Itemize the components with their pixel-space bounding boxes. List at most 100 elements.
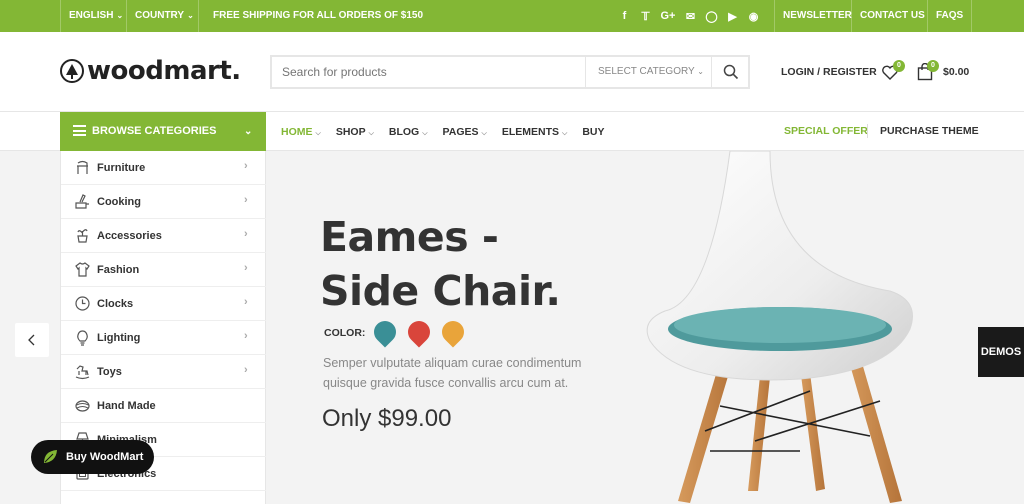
category-item-clocks[interactable]: Clocks › (61, 287, 266, 321)
contact-us-link[interactable]: CONTACT US (851, 0, 933, 32)
faqs-link[interactable]: FAQS (927, 0, 973, 32)
category-label: Hand Made (97, 400, 156, 412)
tree-logo-icon (60, 59, 84, 83)
chevron-down-icon: ⌄ (697, 67, 704, 76)
category-select[interactable]: SELECT CATEGORY ⌄ (585, 57, 711, 87)
chevron-down-icon: ⌄ (244, 126, 253, 137)
cart-total[interactable]: $0.00 (943, 66, 969, 78)
login-register-link[interactable]: LOGIN / REGISTER (781, 66, 877, 78)
special-offer-link[interactable]: SPECIAL OFFER (784, 125, 868, 137)
hamburger-icon (73, 125, 86, 136)
main-navigation: BROWSE CATEGORIES ⌄ HOME ⌵ SHOP ⌵ BLOG ⌵ PA… (0, 112, 1024, 151)
chevron-down-icon: ⌄ (116, 11, 124, 20)
menu-item-label: ELEMENTS (501, 125, 560, 138)
buy-woodmart-label: Buy WoodMart (66, 451, 144, 463)
menu-item-pages[interactable]: PAGES ⌵ (443, 126, 487, 138)
category-item-toys[interactable]: Toys › (61, 355, 266, 389)
clock-icon (75, 296, 90, 311)
main-menu: HOME ⌵ SHOP ⌵ BLOG ⌵ PAGES ⌵ ELEMENTS ⌵ BUY (281, 112, 605, 151)
menu-item-elements[interactable]: ELEMENTS ⌵ (502, 126, 567, 138)
leaf-icon (44, 450, 57, 463)
hero-title: Eames - Side Chair. (320, 210, 561, 318)
menu-item-label: SHOP (335, 125, 366, 138)
demos-button[interactable]: DEMOS (978, 327, 1024, 377)
facebook-icon[interactable]: f (618, 10, 631, 22)
menu-item-shop[interactable]: SHOP ⌵ (336, 126, 374, 138)
chevron-right-icon: › (244, 194, 248, 206)
country-label: COUNTRY (135, 10, 185, 21)
category-select-label: SELECT CATEGORY (598, 66, 695, 77)
category-item-cooking[interactable]: Cooking › (61, 185, 266, 219)
category-label: Accessories (97, 230, 162, 242)
chevron-right-icon: › (244, 160, 248, 172)
category-item-fashion[interactable]: Fashion › (61, 253, 266, 287)
wishlist-button[interactable]: 0 (881, 60, 905, 84)
chevron-right-icon: › (244, 262, 248, 274)
email-icon[interactable]: ✉ (684, 10, 697, 23)
menu-item-label: HOME (281, 125, 313, 138)
shipping-notice: FREE SHIPPING FOR ALL ORDERS OF $150 (213, 10, 424, 21)
language-switcher[interactable]: ENGLISH ⌄ (60, 0, 131, 32)
menu-item-home[interactable]: HOME ⌵ (281, 126, 321, 138)
menu-item-label: BUY (582, 125, 605, 138)
wishlist-count-badge: 0 (893, 60, 905, 72)
hero-title-line1: Eames - (320, 213, 499, 261)
browse-categories-button[interactable]: BROWSE CATEGORIES ⌄ (60, 112, 266, 151)
instagram-icon[interactable]: ◯ (705, 10, 718, 23)
cart-count-badge: 0 (927, 60, 939, 72)
social-links: f 𝕋 G+ ✉ ◯ ▶ ◉ (618, 0, 760, 32)
chevron-down-icon: ⌄ (187, 11, 194, 20)
chevron-right-icon: › (244, 296, 248, 308)
chevron-down-icon: ⌵ (481, 129, 487, 137)
category-label: Fashion (97, 264, 140, 276)
google-plus-icon[interactable]: G+ (660, 10, 676, 22)
purchase-theme-link[interactable]: PURCHASE THEME (880, 125, 979, 137)
chevron-down-icon: ⌵ (315, 129, 321, 137)
category-label: Lighting (97, 332, 141, 344)
chair-icon (77, 160, 88, 174)
search-button[interactable] (711, 57, 748, 87)
category-label: Toys (97, 366, 122, 378)
buy-woodmart-button[interactable]: Buy WoodMart (31, 440, 154, 474)
color-label: COLOR: (324, 327, 366, 339)
category-item-hand-made[interactable]: Hand Made (61, 389, 266, 423)
pinterest-icon[interactable]: ◉ (747, 10, 760, 23)
horse-icon (75, 365, 90, 380)
browse-categories-label: BROWSE CATEGORIES (92, 125, 217, 137)
chevron-down-icon: ⌵ (562, 129, 568, 137)
category-label: Cooking (97, 196, 141, 208)
plant-icon (77, 229, 88, 243)
chevron-down-icon: ⌵ (368, 129, 374, 137)
menu-item-buy[interactable]: BUY (582, 126, 604, 138)
category-item-furniture[interactable]: Furniture › (61, 151, 266, 185)
menu-item-label: BLOG (388, 125, 420, 138)
twitter-icon[interactable]: 𝕋 (639, 10, 652, 23)
youtube-icon[interactable]: ▶ (726, 10, 739, 23)
yarn-icon (75, 400, 90, 412)
menu-item-blog[interactable]: BLOG ⌵ (389, 126, 428, 138)
hero-description: Semper vulputate aliquam curae condiment… (323, 356, 582, 390)
country-switcher[interactable]: COUNTRY ⌄ (126, 0, 202, 32)
category-label: Clocks (97, 298, 134, 310)
slider-prev-button[interactable] (15, 323, 49, 357)
chevron-right-icon: › (244, 228, 248, 240)
cart-button[interactable]: 0 (917, 60, 939, 84)
top-bar: ENGLISH ⌄ COUNTRY ⌄ FREE SHIPPING FOR ALL … (0, 0, 1024, 32)
language-label: ENGLISH (69, 10, 114, 21)
search-icon (723, 64, 739, 80)
bulb-icon (77, 330, 88, 346)
divider (867, 124, 868, 138)
chevron-down-icon: ⌵ (422, 129, 428, 137)
category-item-lighting[interactable]: Lighting › (61, 321, 266, 355)
chevron-right-icon: › (244, 364, 248, 376)
search-form: SELECT CATEGORY ⌄ (270, 55, 750, 89)
search-input[interactable] (272, 57, 585, 87)
hero-price: Only $99.00 (322, 405, 452, 432)
logo-text: woodmart. (87, 56, 241, 86)
category-label: Furniture (97, 162, 146, 174)
category-item-accessories[interactable]: Accessories › (61, 219, 266, 253)
site-logo[interactable]: woodmart. (60, 56, 241, 86)
shirt-icon (75, 262, 90, 277)
newsletter-link[interactable]: NEWSLETTER (774, 0, 860, 32)
chevron-right-icon: › (244, 330, 248, 342)
